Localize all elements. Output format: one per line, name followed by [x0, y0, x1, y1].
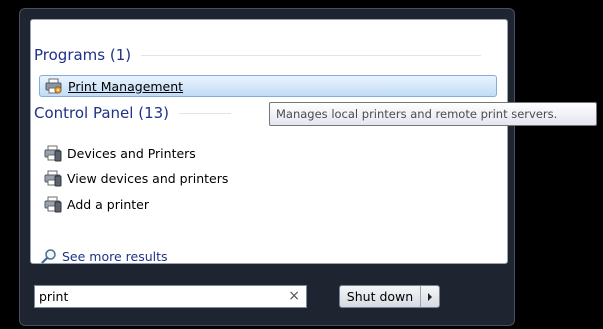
- magnifier-icon: [39, 247, 59, 265]
- print-management-icon: [43, 77, 65, 95]
- control-panel-header-label: Control Panel (13): [34, 104, 170, 122]
- printer-icon: [42, 195, 64, 213]
- tooltip: Manages local printers and remote print …: [269, 102, 597, 126]
- result-label: View devices and printers: [67, 170, 229, 186]
- see-more-label: See more results: [62, 248, 168, 264]
- see-more-results-link[interactable]: See more results: [39, 247, 168, 265]
- programs-group-header[interactable]: Programs (1): [34, 46, 482, 64]
- start-menu: Programs (1) Print Management Control Pa…: [19, 8, 515, 326]
- header-divider: [141, 54, 482, 56]
- shutdown-options-button[interactable]: [421, 286, 439, 307]
- printer-icon: [42, 144, 64, 162]
- tooltip-text: Manages local printers and remote print …: [276, 107, 558, 121]
- shutdown-button-group: Shut down: [339, 285, 440, 308]
- shutdown-button[interactable]: Shut down: [340, 286, 421, 307]
- search-box[interactable]: ×: [34, 285, 307, 308]
- programs-header-label: Programs (1): [34, 46, 132, 64]
- search-input[interactable]: [39, 288, 279, 305]
- printer-icon: [42, 169, 64, 187]
- result-label: Add a printer: [67, 196, 150, 212]
- result-label: Devices and Printers: [67, 145, 196, 161]
- header-divider: [179, 112, 232, 114]
- result-label: Print Management: [68, 78, 184, 94]
- result-print-management[interactable]: Print Management: [39, 75, 497, 97]
- clear-search-icon[interactable]: ×: [288, 288, 300, 305]
- result-devices-and-printers[interactable]: Devices and Printers: [39, 142, 497, 164]
- control-panel-group-header[interactable]: Control Panel (13): [34, 104, 232, 122]
- search-results-pane: Programs (1) Print Management Control Pa…: [30, 19, 508, 264]
- result-add-a-printer[interactable]: Add a printer: [39, 193, 497, 215]
- chevron-right-icon: [428, 292, 432, 301]
- result-view-devices-and-printers[interactable]: View devices and printers: [39, 167, 497, 189]
